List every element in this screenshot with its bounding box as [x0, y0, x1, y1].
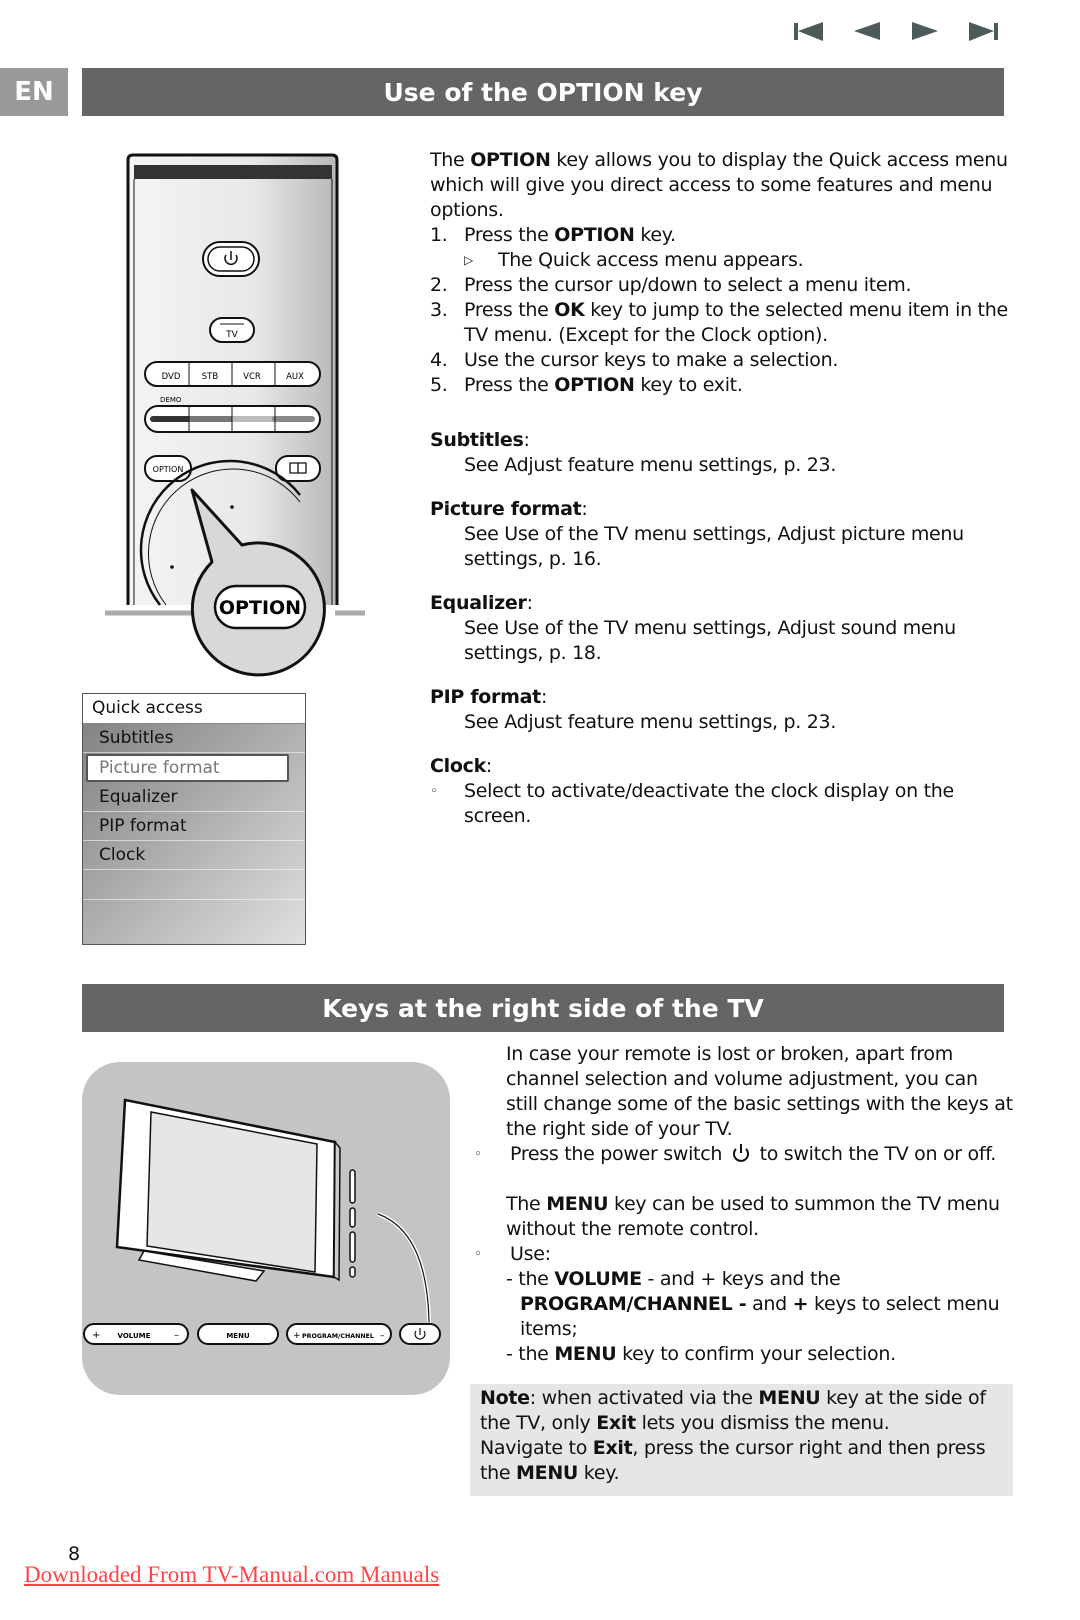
quick-access-menu: Quick access Subtitles Picture format Eq…	[82, 693, 306, 945]
previous-icon	[854, 22, 880, 40]
step-4: 4. Use the cursor keys to make a selectio…	[430, 349, 839, 371]
section-heading-side-keys: Keys at the right side of the TV	[82, 984, 1004, 1032]
source-dvd-label: DVD	[162, 372, 181, 382]
step-1: 1. Press the OPTION key.	[430, 224, 676, 246]
page-navigation	[790, 18, 1002, 44]
tv-power-key	[399, 1323, 441, 1345]
previous-page-button[interactable]	[848, 18, 886, 44]
tv-button-label: TV	[225, 330, 238, 340]
power-instruction: ◦ Press the power switch to switch the TV…	[470, 1142, 1015, 1167]
quick-access-title: Quick access	[83, 694, 305, 724]
quick-access-item-pip-format[interactable]: PIP format	[83, 812, 305, 841]
footer-download-link[interactable]: Downloaded From TV-Manual.com Manuals	[24, 1562, 439, 1588]
source-buttons: DVD STB VCR AUX	[144, 361, 321, 387]
step-2: 2. Press the cursor up/down to select a m…	[430, 274, 912, 296]
quick-access-item-picture-format[interactable]: Picture format	[86, 754, 289, 782]
quick-access-item-subtitles[interactable]: Subtitles	[83, 724, 305, 753]
quick-access-item-clock[interactable]: Clock	[83, 841, 305, 870]
first-page-button[interactable]	[790, 18, 828, 44]
option-callout-label: OPTION	[219, 597, 301, 619]
option-key-instructions: The OPTION key allows you to display the…	[430, 148, 1010, 829]
step-3: 3. Press the OK key to jump to the select…	[430, 299, 1008, 346]
power-icon	[732, 1144, 749, 1162]
bullet-icon: ◦	[474, 1147, 482, 1162]
menu-key: MENU	[197, 1323, 279, 1345]
quick-access-item-equalizer[interactable]: Equalizer	[83, 783, 305, 812]
tv-illustration: + VOLUME – MENU + PROGRAM/CHANNEL –	[83, 1098, 441, 1345]
tv-side-keys-illustration: + VOLUME – MENU + PROGRAM/CHANNEL –	[82, 1062, 450, 1395]
side-keys-intro: In case your remote is lost or broken, a…	[506, 1043, 1013, 1140]
skip-to-end-icon	[969, 22, 998, 41]
source-vcr-label: VCR	[243, 372, 261, 382]
remote-control-illustration: TV DVD STB VCR AUX DEMO OPTION OPTION	[105, 153, 365, 677]
feature-pip-format: PIP format: See Adjust feature menu setti…	[430, 686, 837, 733]
tv-button: TV	[209, 317, 255, 343]
menu-key-paragraph: The MENU key can be used to summon the T…	[506, 1193, 1000, 1240]
result-arrow-icon: ▷	[464, 253, 473, 267]
section-heading-option-key: Use of the OPTION key	[82, 68, 1004, 116]
option-button-small: OPTION	[144, 455, 192, 482]
skip-to-start-icon	[794, 22, 823, 41]
volume-key-label: VOLUME	[118, 1332, 151, 1340]
program-minus-label: –	[380, 1331, 385, 1341]
volume-minus-label: –	[174, 1330, 179, 1341]
last-page-button[interactable]	[964, 18, 1002, 44]
next-page-button[interactable]	[906, 18, 944, 44]
bullet-icon: ◦	[474, 1247, 482, 1262]
use-line-menu: - the MENU key to confirm your selection…	[506, 1343, 896, 1365]
program-channel-key: + PROGRAM/CHANNEL –	[286, 1323, 392, 1345]
use-line-program: PROGRAM/CHANNEL - and + keys to select m…	[520, 1293, 1000, 1340]
note-line-2: Navigate to Exit, press the cursor right…	[480, 1437, 986, 1484]
language-tab: EN	[0, 68, 68, 116]
source-aux-label: AUX	[286, 372, 304, 382]
feature-clock: Clock: ◦ Select to activate/deactivate th…	[430, 755, 954, 827]
feature-equalizer: Equalizer: See Use of the TV menu setting…	[430, 592, 956, 664]
option-button-small-label: OPTION	[153, 465, 184, 474]
program-plus-label: +	[293, 1331, 301, 1341]
note-line-1: Note: when activated via the MENU key at…	[480, 1387, 986, 1434]
feature-picture-format: Picture format: See Use of the TV menu se…	[430, 498, 964, 570]
side-keys-instructions: In case your remote is lost or broken, a…	[470, 1042, 1015, 1367]
source-stb-label: STB	[202, 372, 219, 382]
quick-access-empty-row	[83, 870, 305, 900]
program-channel-key-label: PROGRAM/CHANNEL	[302, 1333, 374, 1340]
step-5: 5. Press the OPTION key to exit.	[430, 374, 743, 396]
demo-label: DEMO	[160, 396, 182, 404]
color-keys	[144, 405, 321, 433]
menu-key-label: MENU	[226, 1332, 250, 1340]
feature-subtitles: Subtitles: See Adjust feature menu settin…	[430, 429, 837, 476]
power-button	[202, 241, 260, 277]
side-keys	[349, 1169, 356, 1278]
intro-paragraph: The OPTION key allows you to display the…	[430, 149, 1008, 221]
bullet-icon: ◦	[430, 784, 438, 799]
volume-key: + VOLUME –	[83, 1323, 189, 1345]
use-instruction: ◦ Use:	[470, 1242, 1015, 1267]
use-line-volume: - the VOLUME - and + keys and the	[506, 1268, 841, 1290]
step-1-result: ▷ The Quick access menu appears.	[464, 249, 804, 271]
next-icon	[912, 22, 938, 40]
volume-plus-label: +	[92, 1330, 100, 1341]
note-box: Note: when activated via the MENU key at…	[470, 1384, 1013, 1496]
